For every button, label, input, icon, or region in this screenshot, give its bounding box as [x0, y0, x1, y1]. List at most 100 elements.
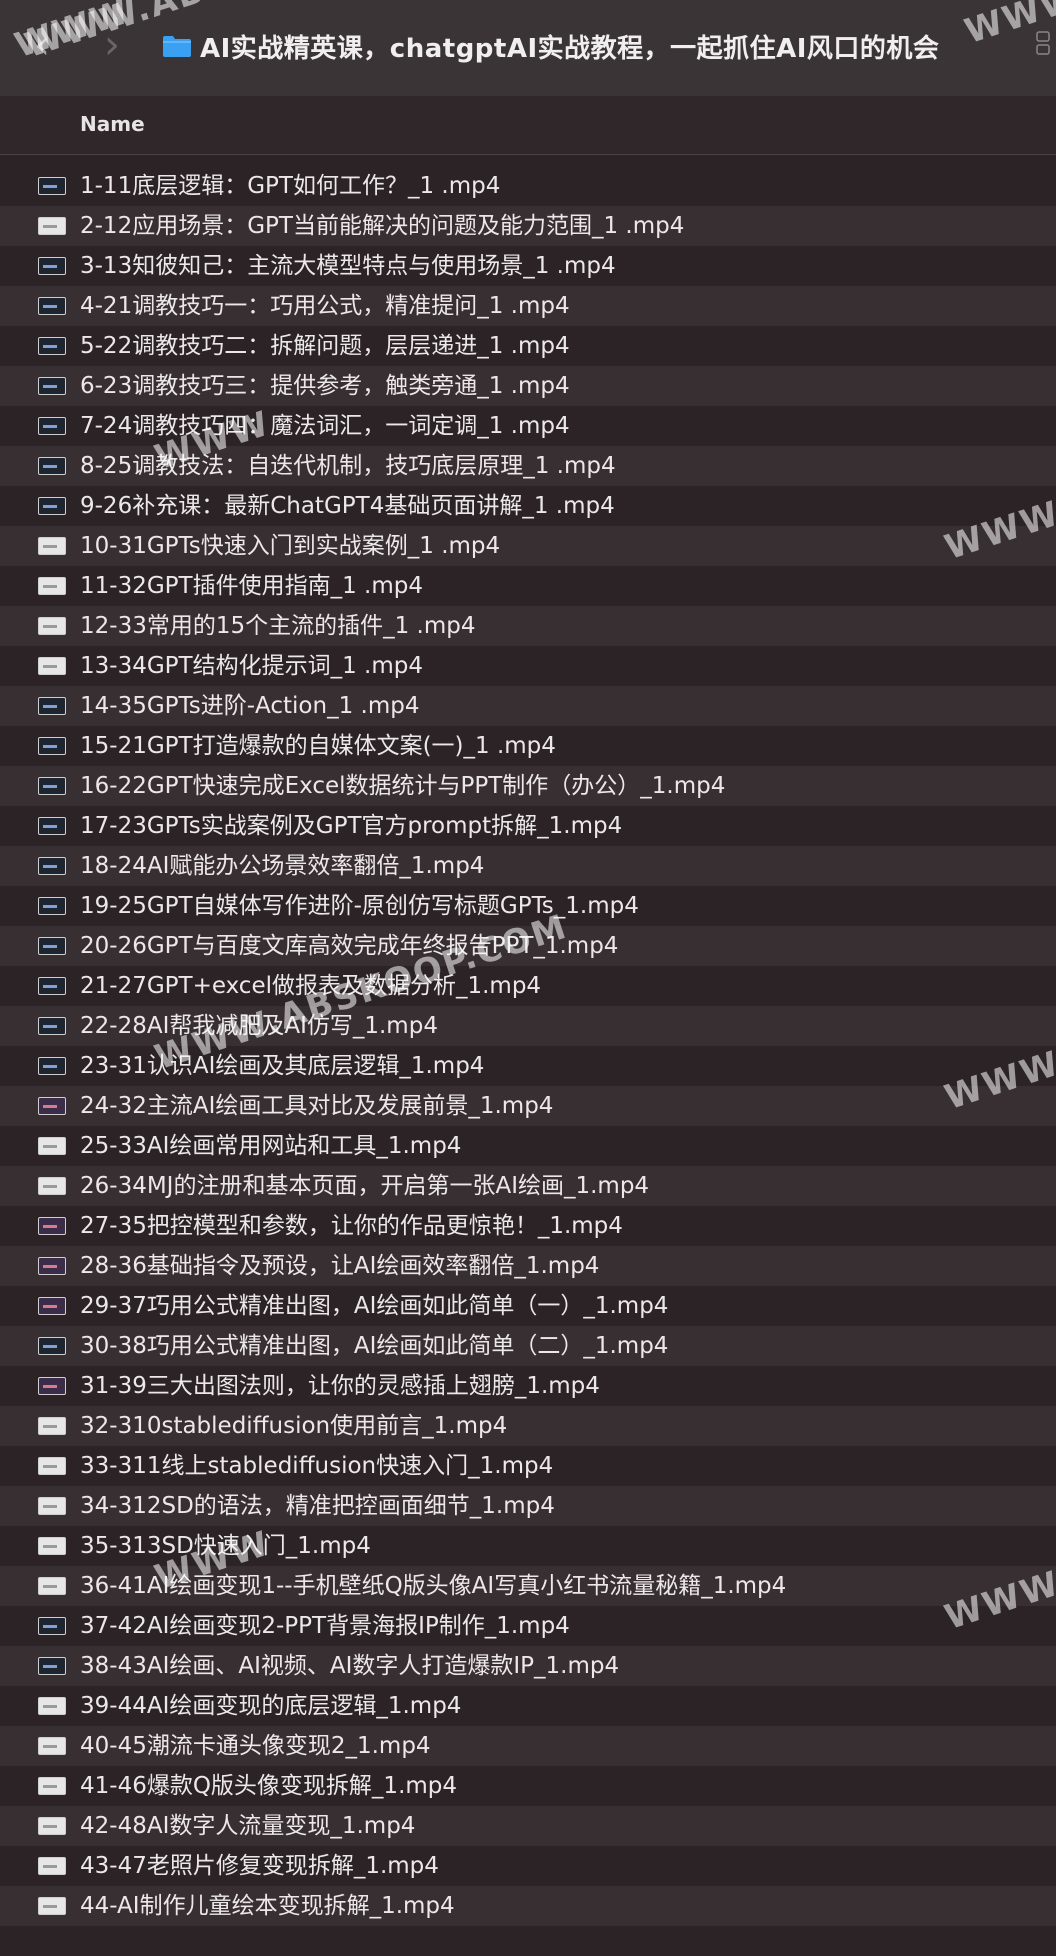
list-item[interactable]: 19-25GPT自媒体写作进阶-原创仿写标题GPTs_1.mp4: [0, 886, 1056, 926]
list-item[interactable]: 33-311线上stablediffusion快速入门_1.mp4: [0, 1446, 1056, 1486]
file-name: 8-25调教技法：自迭代机制，技巧底层原理_1 .mp4: [80, 453, 616, 479]
list-item[interactable]: 30-38巧用公式精准出图，AI绘画如此简单（二）_1.mp4: [0, 1326, 1056, 1366]
video-file-icon: [38, 577, 66, 595]
list-item[interactable]: 16-22GPT快速完成Excel数据统计与PPT制作（办公）_1.mp4: [0, 766, 1056, 806]
list-item[interactable]: 39-44AI绘画变现的底层逻辑_1.mp4: [0, 1686, 1056, 1726]
video-file-icon: [38, 337, 66, 355]
file-list: 1-11底层逻辑：GPT如何工作？_1 .mp4 2-12应用场景：GPT当前能解…: [0, 166, 1056, 1926]
file-name: 38-43AI绘画、AI视频、AI数字人打造爆款IP_1.mp4: [80, 1653, 620, 1679]
video-file-icon: [38, 497, 66, 515]
list-item[interactable]: 25-33AI绘画常用网站和工具_1.mp4: [0, 1126, 1056, 1166]
file-name: 36-41AI绘画变现1--手机壁纸Q版头像AI写真小红书流量秘籍_1.mp4: [80, 1573, 787, 1599]
file-name: 7-24调教技巧四：魔法词汇，一词定调_1 .mp4: [80, 413, 570, 439]
file-name: 20-26GPT与百度文库高效完成年终报告PPT_1.mp4: [80, 933, 619, 959]
video-file-icon: [38, 1297, 66, 1315]
column-header-name[interactable]: Name: [80, 112, 145, 136]
file-name: 44-AI制作儿童绘本变现拆解_1.mp4: [80, 1893, 455, 1919]
list-item[interactable]: 12-33常用的15个主流的插件_1 .mp4: [0, 606, 1056, 646]
list-item[interactable]: 3-13知彼知己：主流大模型特点与使用场景_1 .mp4: [0, 246, 1056, 286]
file-name: 15-21GPT打造爆款的自媒体文案(一)_1 .mp4: [80, 733, 556, 759]
list-item[interactable]: 1-11底层逻辑：GPT如何工作？_1 .mp4: [0, 166, 1056, 206]
list-item[interactable]: 32-310stablediffusion使用前言_1.mp4: [0, 1406, 1056, 1446]
list-item[interactable]: 28-36基础指令及预设，让AI绘画效率翻倍_1.mp4: [0, 1246, 1056, 1286]
list-item[interactable]: 4-21调教技巧一：巧用公式，精准提问_1 .mp4: [0, 286, 1056, 326]
list-item[interactable]: 14-35GPTs进阶-Action_1 .mp4: [0, 686, 1056, 726]
list-item[interactable]: 23-31认识AI绘画及其底层逻辑_1.mp4: [0, 1046, 1056, 1086]
file-name: 40-45潮流卡通头像变现2_1.mp4: [80, 1733, 431, 1759]
video-file-icon: [38, 1897, 66, 1915]
video-file-icon: [38, 817, 66, 835]
list-item[interactable]: 5-22调教技巧二：拆解问题，层层递进_1 .mp4: [0, 326, 1056, 366]
video-file-icon: [38, 217, 66, 235]
list-item[interactable]: 17-23GPTs实战案例及GPT官方prompt拆解_1.mp4: [0, 806, 1056, 846]
video-file-icon: [38, 377, 66, 395]
file-name: 16-22GPT快速完成Excel数据统计与PPT制作（办公）_1.mp4: [80, 773, 726, 799]
list-item[interactable]: 40-45潮流卡通头像变现2_1.mp4: [0, 1726, 1056, 1766]
list-item[interactable]: 8-25调教技法：自迭代机制，技巧底层原理_1 .mp4: [0, 446, 1056, 486]
list-item[interactable]: 10-31GPTs快速入门到实战案例_1 .mp4: [0, 526, 1056, 566]
video-file-icon: [38, 417, 66, 435]
list-item[interactable]: 34-312SD的语法，精准把控画面细节_1.mp4: [0, 1486, 1056, 1526]
file-name: 42-48AI数字人流量变现_1.mp4: [80, 1813, 416, 1839]
file-name: 24-32主流AI绘画工具对比及发展前景_1.mp4: [80, 1093, 554, 1119]
list-item[interactable]: 6-23调教技巧三：提供参考，触类旁通_1 .mp4: [0, 366, 1056, 406]
list-item[interactable]: 41-46爆款Q版头像变现拆解_1.mp4: [0, 1766, 1056, 1806]
list-item[interactable]: 42-48AI数字人流量变现_1.mp4: [0, 1806, 1056, 1846]
video-file-icon: [38, 937, 66, 955]
file-name: 23-31认识AI绘画及其底层逻辑_1.mp4: [80, 1053, 485, 1079]
list-item[interactable]: 27-35把控模型和参数，让你的作品更惊艳！_1.mp4: [0, 1206, 1056, 1246]
list-item[interactable]: 37-42AI绘画变现2-PPT背景海报IP制作_1.mp4: [0, 1606, 1056, 1646]
list-item[interactable]: 2-12应用场景：GPT当前能解决的问题及能力范围_1 .mp4: [0, 206, 1056, 246]
file-name: 21-27GPT+excel做报表及数据分析_1.mp4: [80, 973, 542, 999]
video-file-icon: [38, 1057, 66, 1075]
list-item[interactable]: 15-21GPT打造爆款的自媒体文案(一)_1 .mp4: [0, 726, 1056, 766]
list-item[interactable]: 43-47老照片修复变现拆解_1.mp4: [0, 1846, 1056, 1886]
forward-button[interactable]: ›: [92, 22, 132, 68]
file-name: 39-44AI绘画变现的底层逻辑_1.mp4: [80, 1693, 462, 1719]
list-item[interactable]: 13-34GPT结构化提示词_1 .mp4: [0, 646, 1056, 686]
video-file-icon: [38, 1457, 66, 1475]
list-item[interactable]: 26-34MJ的注册和基本页面，开启第一张AI绘画_1.mp4: [0, 1166, 1056, 1206]
file-name: 17-23GPTs实战案例及GPT官方prompt拆解_1.mp4: [80, 813, 623, 839]
video-file-icon: [38, 977, 66, 995]
file-name: 12-33常用的15个主流的插件_1 .mp4: [80, 613, 476, 639]
list-item[interactable]: 9-26补充课：最新ChatGPT4基础页面讲解_1 .mp4: [0, 486, 1056, 526]
video-file-icon: [38, 1177, 66, 1195]
video-file-icon: [38, 1017, 66, 1035]
file-name: 35-313SD快速入门_1.mp4: [80, 1533, 371, 1559]
file-name: 11-32GPT插件使用指南_1 .mp4: [80, 573, 423, 599]
file-name: 13-34GPT结构化提示词_1 .mp4: [80, 653, 423, 679]
video-file-icon: [38, 857, 66, 875]
video-file-icon: [38, 1097, 66, 1115]
list-item[interactable]: 44-AI制作儿童绘本变现拆解_1.mp4: [0, 1886, 1056, 1926]
video-file-icon: [38, 297, 66, 315]
video-file-icon: [38, 1537, 66, 1555]
file-name: 41-46爆款Q版头像变现拆解_1.mp4: [80, 1773, 458, 1799]
file-name: 6-23调教技巧三：提供参考，触类旁通_1 .mp4: [80, 373, 570, 399]
video-file-icon: [38, 1217, 66, 1235]
file-name: 10-31GPTs快速入门到实战案例_1 .mp4: [80, 533, 501, 559]
list-item[interactable]: 22-28AI帮我减肥及AI仿写_1.mp4: [0, 1006, 1056, 1046]
list-item[interactable]: 29-37巧用公式精准出图，AI绘画如此简单（一）_1.mp4: [0, 1286, 1056, 1326]
list-item[interactable]: 31-39三大出图法则，让你的灵感插上翅膀_1.mp4: [0, 1366, 1056, 1406]
video-file-icon: [38, 457, 66, 475]
list-item[interactable]: 11-32GPT插件使用指南_1 .mp4: [0, 566, 1056, 606]
file-name: 28-36基础指令及预设，让AI绘画效率翻倍_1.mp4: [80, 1253, 600, 1279]
window-title-text: AI实战精英课，chatgptAI实战教程，一起抓住AI风口的机会: [200, 33, 940, 64]
view-options-icon[interactable]: [1036, 30, 1050, 56]
file-name: 33-311线上stablediffusion快速入门_1.mp4: [80, 1453, 554, 1479]
list-item[interactable]: 24-32主流AI绘画工具对比及发展前景_1.mp4: [0, 1086, 1056, 1126]
list-item[interactable]: 18-24AI赋能办公场景效率翻倍_1.mp4: [0, 846, 1056, 886]
video-file-icon: [38, 1857, 66, 1875]
list-item[interactable]: 36-41AI绘画变现1--手机壁纸Q版头像AI写真小红书流量秘籍_1.mp4: [0, 1566, 1056, 1606]
list-item[interactable]: 20-26GPT与百度文库高效完成年终报告PPT_1.mp4: [0, 926, 1056, 966]
file-name: 19-25GPT自媒体写作进阶-原创仿写标题GPTs_1.mp4: [80, 893, 639, 919]
list-item[interactable]: 21-27GPT+excel做报表及数据分析_1.mp4: [0, 966, 1056, 1006]
file-name: 27-35把控模型和参数，让你的作品更惊艳！_1.mp4: [80, 1213, 623, 1239]
video-file-icon: [38, 1377, 66, 1395]
list-item[interactable]: 38-43AI绘画、AI视频、AI数字人打造爆款IP_1.mp4: [0, 1646, 1056, 1686]
list-item[interactable]: 7-24调教技巧四：魔法词汇，一词定调_1 .mp4: [0, 406, 1056, 446]
back-button[interactable]: ‹: [22, 22, 62, 68]
list-item[interactable]: 35-313SD快速入门_1.mp4: [0, 1526, 1056, 1566]
video-file-icon: [38, 737, 66, 755]
